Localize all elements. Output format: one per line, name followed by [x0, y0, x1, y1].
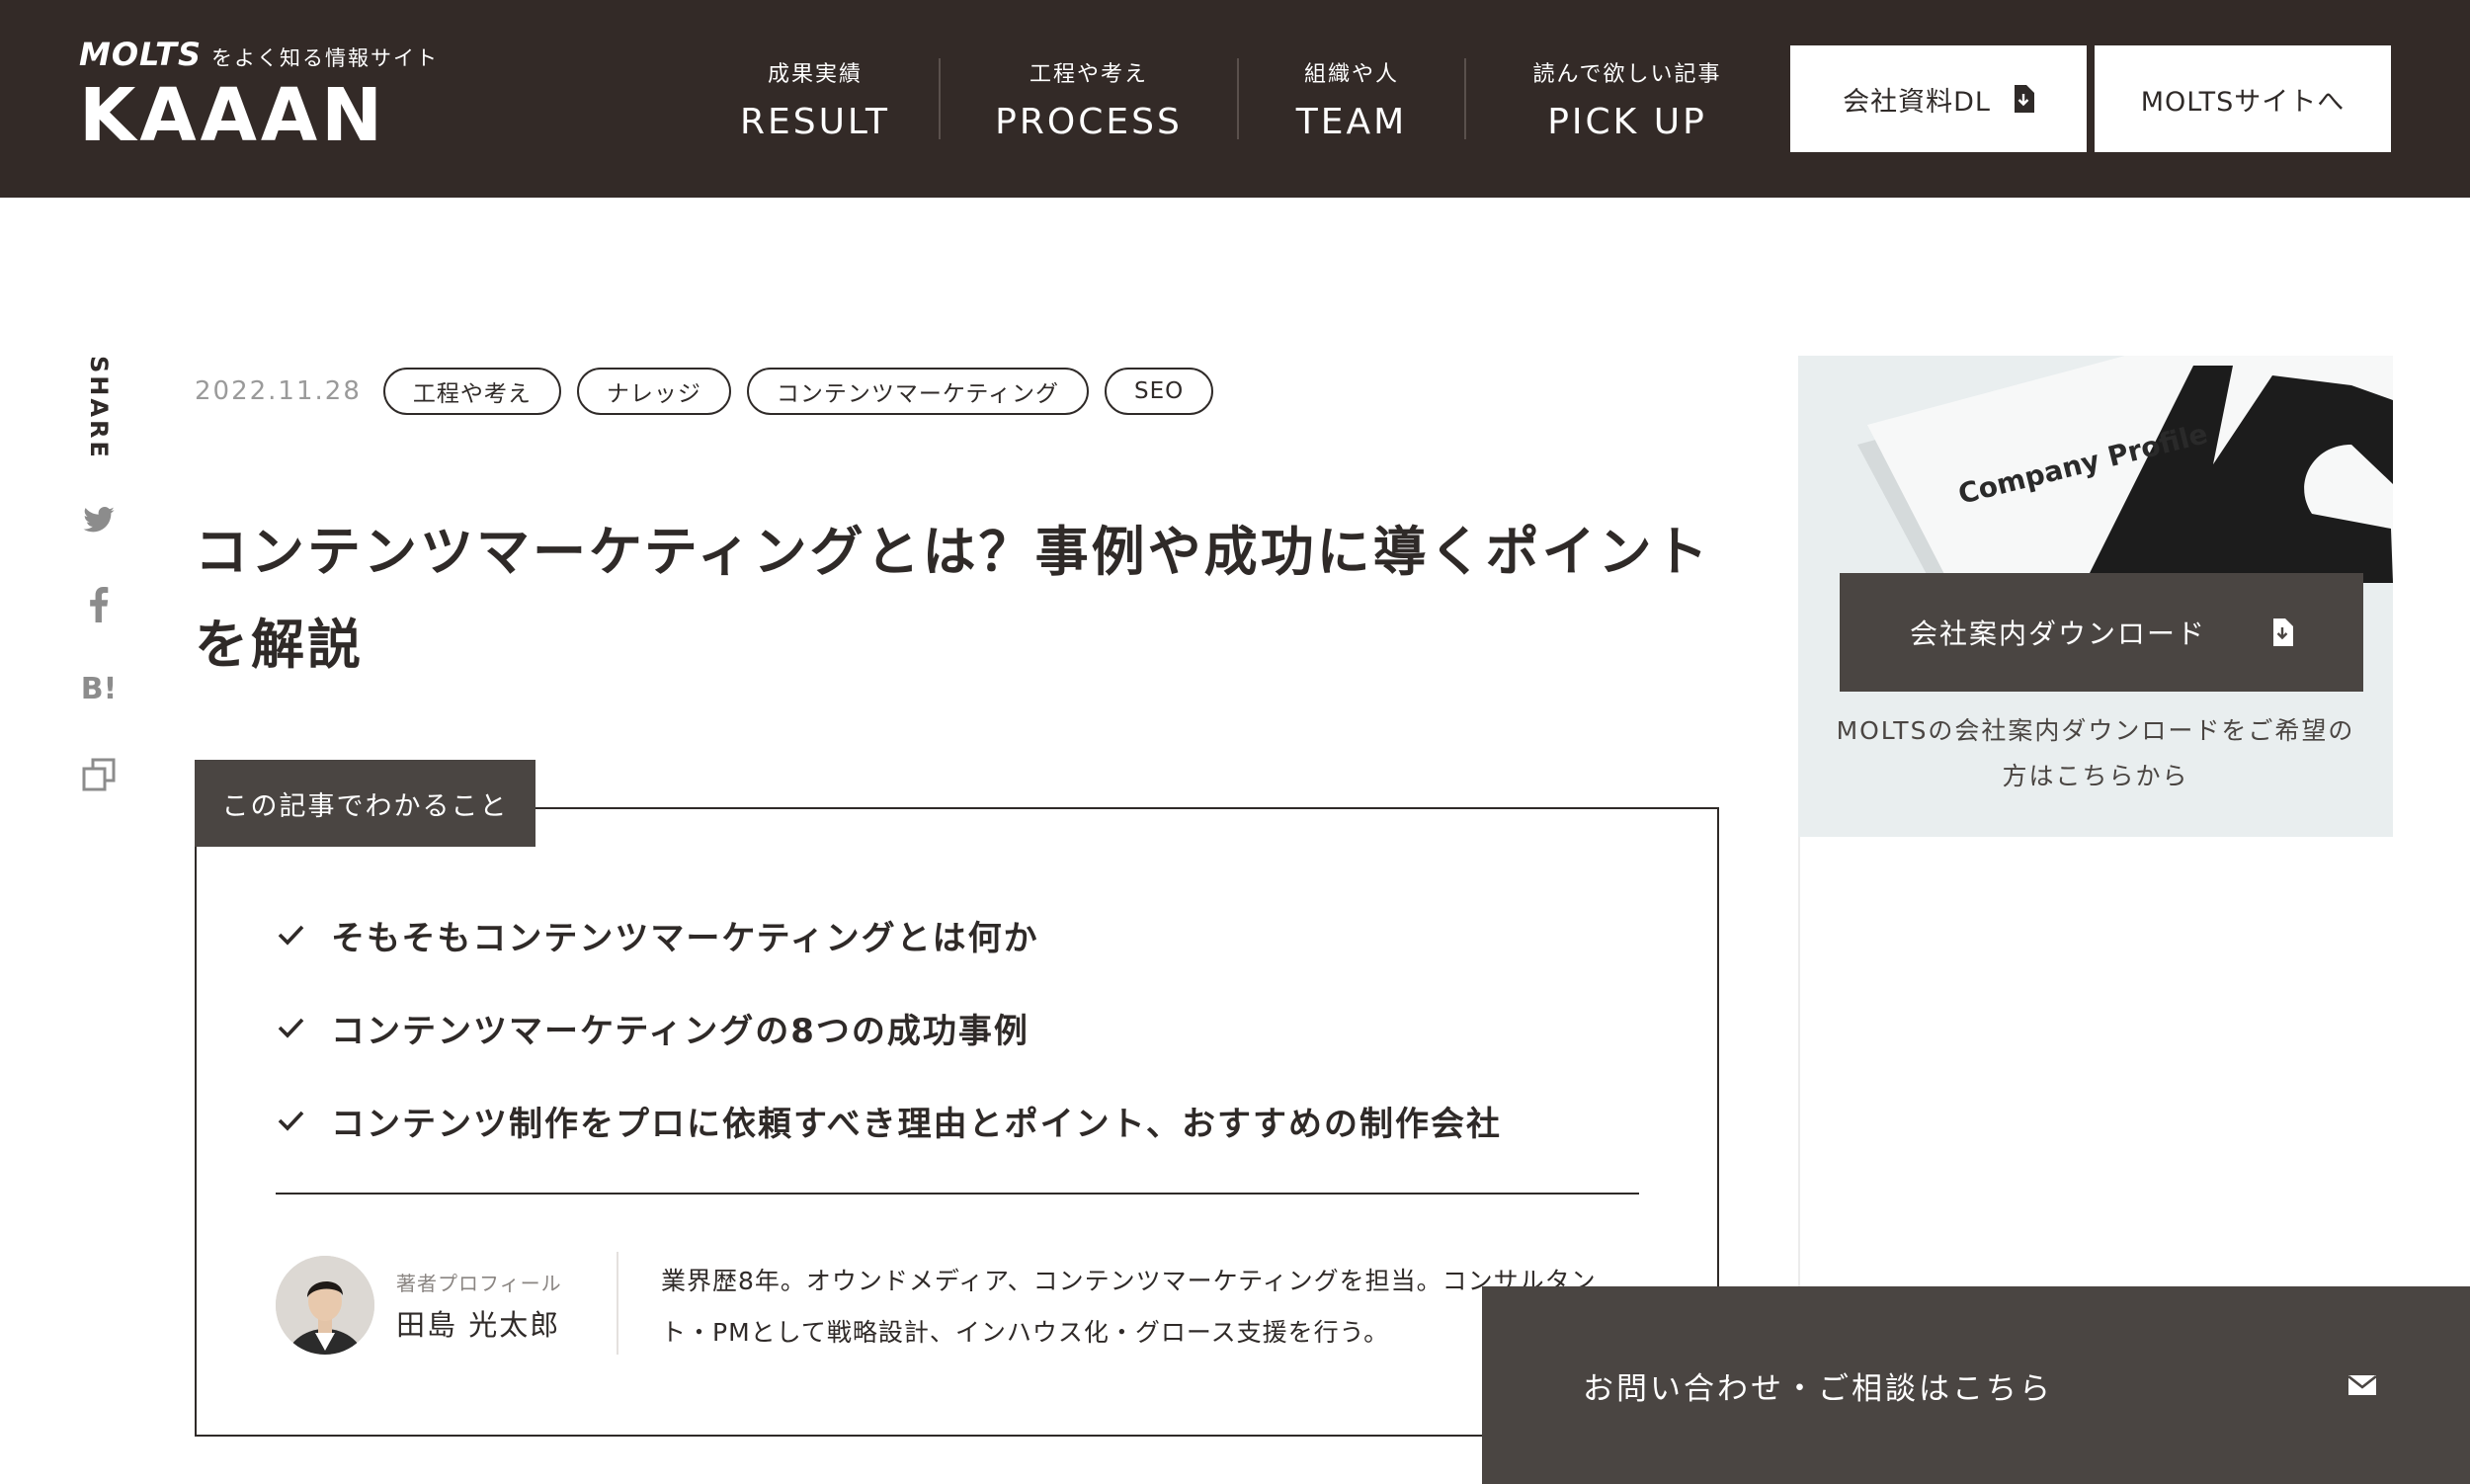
tag-content-marketing[interactable]: コンテンツマーケティング — [746, 368, 1090, 415]
nav-process[interactable]: 工程や考え PROCESS — [941, 0, 1237, 198]
facebook-icon[interactable] — [79, 585, 119, 624]
company-profile-banner: Company Profile 会社案内ダウンロード MOLTSの会社案内ダウン… — [1798, 356, 2393, 837]
nav-result-en: RESULT — [739, 101, 891, 142]
check-icon — [278, 1018, 304, 1038]
nav-result-jp: 成果実績 — [767, 61, 863, 87]
hatena-label: B! — [80, 672, 118, 707]
summary-point-text: コンテンツマーケティングの8つの成功事例 — [331, 1011, 1029, 1051]
company-guide-download-button[interactable]: 会社案内ダウンロード — [1840, 573, 2363, 692]
site-header: MOLTS をよく知る情報サイト KAAAN 成果実績 RESULT 工程や考え… — [0, 0, 2470, 198]
contact-cta-label: お問い合わせ・ご相談はこちら — [1583, 1370, 2053, 1407]
company-guide-download-label: 会社案内ダウンロード — [1909, 618, 2206, 650]
share-label: SHARE — [85, 356, 113, 460]
molts-site-button[interactable]: MOLTSサイトへ — [2095, 45, 2391, 152]
author-name: 田島 光太郎 — [396, 1307, 561, 1342]
twitter-icon[interactable] — [79, 500, 119, 539]
author-profile: 著者プロフィール 田島 光太郎 — [276, 1252, 618, 1355]
summary-point: そもそもコンテンツマーケティングとは何か — [276, 888, 1502, 981]
nav-result[interactable]: 成果実績 RESULT — [692, 0, 939, 198]
check-icon — [278, 1111, 304, 1131]
company-guide-caption: MOLTSの会社案内ダウンロードをご希望の方はこちらから — [1836, 716, 2355, 790]
author-meta: 著者プロフィール 田島 光太郎 — [396, 1268, 562, 1344]
nav-pickup[interactable]: 読んで欲しい記事 PICK UP — [1466, 0, 1788, 198]
download-icon — [2273, 618, 2293, 646]
summary-label: この記事でわかること — [195, 760, 535, 847]
nav-team-jp: 組織や人 — [1303, 61, 1399, 87]
author-avatar — [276, 1256, 374, 1355]
summary-points: そもそもコンテンツマーケティングとは何か コンテンツマーケティングの8つの成功事… — [276, 888, 1502, 1167]
summary-point: コンテンツマーケティングの8つの成功事例 — [276, 981, 1502, 1074]
summary-point: コンテンツ制作をプロに依頼すべき理由とポイント、おすすめの制作会社 — [276, 1074, 1502, 1167]
company-document-download-label: 会社資料DL — [1843, 86, 1991, 118]
tag-knowledge[interactable]: ナレッジ — [576, 368, 731, 415]
nav-process-jp: 工程や考え — [1029, 61, 1148, 87]
tag-process[interactable]: 工程や考え — [382, 368, 561, 415]
summary-divider — [276, 1193, 1639, 1195]
logo-tagline: をよく知る情報サイト — [211, 46, 440, 70]
author-bio: 業界歴8年。オウンドメディア、コンテンツマーケティングを担当。コンサルタント・P… — [661, 1267, 1597, 1347]
copy-link-icon[interactable] — [79, 755, 119, 794]
nav-team-en: TEAM — [1295, 101, 1408, 142]
logo-brand: MOLTS — [79, 36, 203, 73]
author-role: 著者プロフィール — [396, 1271, 562, 1295]
contact-cta-button[interactable]: お問い合わせ・ご相談はこちら — [1482, 1286, 2470, 1484]
nav-pickup-jp: 読んで欲しい記事 — [1532, 61, 1722, 87]
site-logo[interactable]: MOLTS をよく知る情報サイト KAAAN — [79, 36, 439, 152]
nav-pickup-en: PICK UP — [1547, 101, 1707, 142]
article-title: コンテンツマーケティングとは？事例や成功に導くポイントを解説 — [195, 521, 1711, 676]
nav-team[interactable]: 組織や人 TEAM — [1239, 0, 1464, 198]
article-meta: 2022.11.28 工程や考え ナレッジ コンテンツマーケティング SEO — [195, 368, 1229, 415]
check-icon — [278, 925, 304, 946]
global-nav: 成果実績 RESULT 工程や考え PROCESS 組織や人 TEAM 読んで欲… — [692, 0, 1788, 198]
share-bar: SHARE B! — [77, 356, 121, 794]
download-icon — [2014, 85, 2034, 113]
logo-main: KAAAN — [79, 73, 387, 158]
summary-point-text: コンテンツ制作をプロに依頼すべき理由とポイント、おすすめの制作会社 — [331, 1104, 1502, 1144]
tag-seo[interactable]: SEO — [1105, 368, 1214, 415]
company-profile-booklet-image: Company Profile — [1798, 356, 2393, 583]
hatena-bookmark-icon[interactable]: B! — [79, 670, 119, 709]
mail-icon — [2347, 1374, 2377, 1395]
summary-point-text: そもそもコンテンツマーケティングとは何か — [331, 918, 1039, 958]
author-divider — [617, 1252, 618, 1355]
company-document-download-button[interactable]: 会社資料DL — [1790, 45, 2087, 152]
nav-process-en: PROCESS — [995, 101, 1183, 142]
molts-site-label: MOLTSサイトへ — [2140, 86, 2346, 118]
publish-date: 2022.11.28 — [195, 376, 362, 406]
